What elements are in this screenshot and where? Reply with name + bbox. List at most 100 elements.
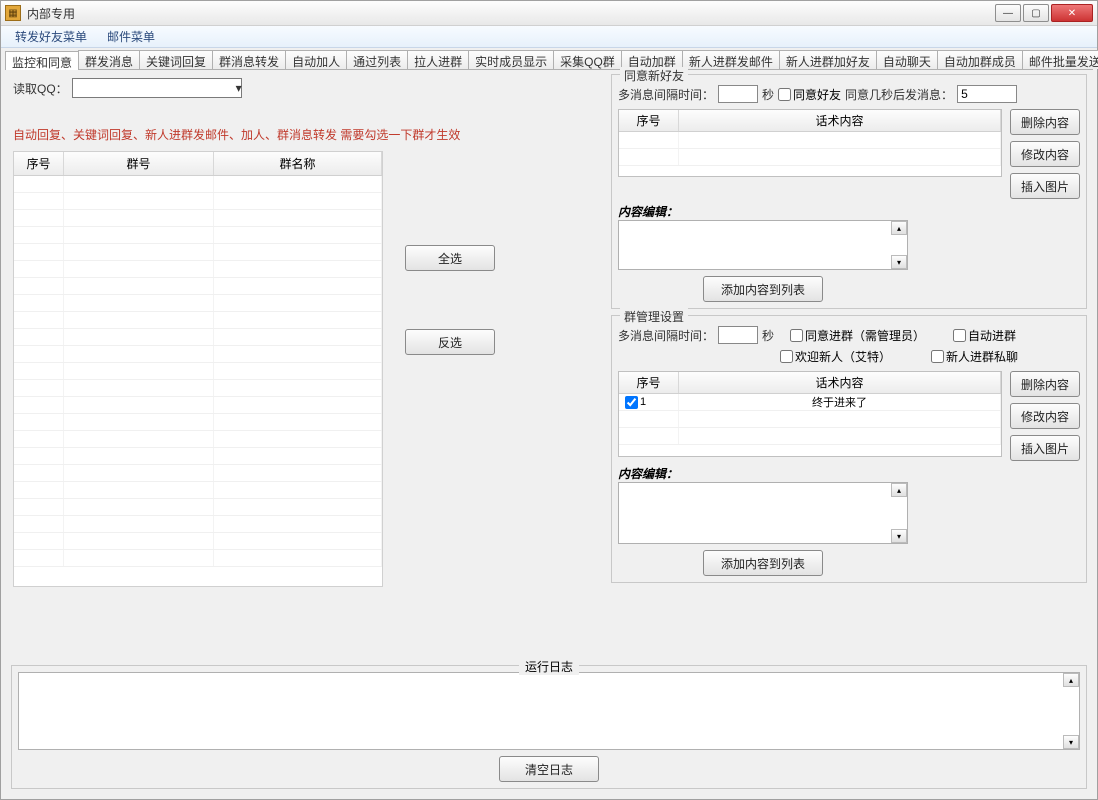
group-insert-image-button[interactable]: 插入图片 — [1010, 435, 1080, 461]
col-group-id: 群号 — [64, 152, 214, 175]
tab-realtime-members[interactable]: 实时成员显示 — [468, 50, 554, 69]
col-group-name: 群名称 — [214, 152, 382, 175]
friend-col-content: 话术内容 — [679, 110, 1001, 131]
new-private-checkbox[interactable]: 新人进群私聊 — [931, 348, 1018, 365]
scrollbar[interactable]: ▴▾ — [891, 483, 907, 543]
content-area: 监控和同意 群发消息 关键词回复 群消息转发 自动加人 通过列表 拉人进群 实时… — [1, 48, 1097, 799]
scrollbar[interactable]: ▴▾ — [1063, 673, 1079, 749]
tab-new-mail[interactable]: 新人进群发邮件 — [682, 50, 780, 69]
agree-friend-fieldset: 同意新好友 多消息间隔时间： 秒 同意好友 同意几秒后发消息： 序号 — [611, 74, 1087, 309]
friend-edit-textarea-wrap: ▴▾ — [618, 220, 908, 270]
group-mgmt-legend: 群管理设置 — [620, 308, 688, 325]
minimize-button[interactable]: — — [995, 4, 1021, 22]
tab-mail-batch[interactable]: 邮件批量发送 — [1022, 50, 1098, 69]
friend-modify-button[interactable]: 修改内容 — [1010, 141, 1080, 167]
friend-interval-input[interactable] — [718, 85, 758, 103]
group-col-index: 序号 — [619, 372, 679, 393]
auto-join-checkbox[interactable]: 自动进群 — [953, 327, 1016, 344]
window-title: 内部专用 — [27, 5, 995, 22]
friend-insert-image-button[interactable]: 插入图片 — [1010, 173, 1080, 199]
group-modify-button[interactable]: 修改内容 — [1010, 403, 1080, 429]
titlebar: ▦ 内部专用 — ▢ ✕ — [1, 1, 1097, 26]
group-grid-body[interactable]: 1 终于进来了 — [619, 394, 1001, 456]
friend-interval-unit: 秒 — [762, 86, 774, 103]
group-grid[interactable]: 序号 群号 群名称 — [13, 151, 383, 587]
delay-send-input[interactable] — [957, 85, 1017, 103]
tab-auto-add[interactable]: 自动加人 — [285, 50, 347, 69]
group-edit-label: 内容编辑： — [618, 465, 1080, 482]
agree-friend-checkbox[interactable]: 同意好友 — [778, 86, 841, 103]
agree-join-checkbox[interactable]: 同意进群（需管理员） — [790, 327, 925, 344]
warning-text: 自动回复、关键词回复、新人进群发邮件、加人、群消息转发 需要勾选一下群才生效 — [13, 126, 597, 143]
log-box: ▴▾ — [18, 672, 1080, 750]
left-pane: 读取QQ： ▾ 自动回复、关键词回复、新人进群发邮件、加人、群消息转发 需要勾选… — [5, 70, 605, 663]
clear-log-button[interactable]: 清空日志 — [499, 756, 599, 782]
close-button[interactable]: ✕ — [1051, 4, 1093, 22]
read-qq-input[interactable] — [73, 81, 236, 95]
group-grid-row: 序号 话术内容 1 终于进来了 — [618, 371, 1080, 461]
group-col-content: 话术内容 — [679, 372, 1001, 393]
welcome-new-checkbox[interactable]: 欢迎新人（艾特） — [780, 348, 891, 365]
tab-group-send[interactable]: 群发消息 — [78, 50, 140, 69]
tab-auto-add-members[interactable]: 自动加群成员 — [937, 50, 1023, 69]
group-edit-textarea[interactable] — [619, 483, 891, 543]
read-qq-label: 读取QQ： — [13, 80, 68, 97]
log-fieldset: 运行日志 ▴▾ 清空日志 — [11, 665, 1087, 789]
read-qq-row: 读取QQ： ▾ — [13, 78, 597, 98]
friend-grid-row: 序号 话术内容 删除内容 修改内容 插入图片 — [618, 109, 1080, 199]
friend-interval-row: 多消息间隔时间： 秒 同意好友 同意几秒后发消息： — [618, 85, 1080, 103]
menu-mail[interactable]: 邮件菜单 — [97, 26, 165, 47]
group-grid-body[interactable] — [14, 176, 382, 586]
row-index: 1 — [640, 396, 646, 408]
friend-edit-textarea[interactable] — [619, 221, 891, 269]
friend-add-button[interactable]: 添加内容到列表 — [703, 276, 823, 302]
app-icon: ▦ — [5, 5, 21, 21]
tab-group-forward[interactable]: 群消息转发 — [212, 50, 286, 69]
tab-collect-qq[interactable]: 采集QQ群 — [553, 50, 622, 69]
tab-pull-group[interactable]: 拉人进群 — [407, 50, 469, 69]
group-options-row: 多消息间隔时间： 秒 同意进群（需管理员） 自动进群 — [618, 326, 1080, 344]
group-add-button[interactable]: 添加内容到列表 — [703, 550, 823, 576]
tab-auto-chat[interactable]: 自动聊天 — [876, 50, 938, 69]
group-interval-unit: 秒 — [762, 327, 774, 344]
table-row[interactable]: 1 终于进来了 — [619, 394, 1001, 411]
scrollbar[interactable]: ▴▾ — [891, 221, 907, 269]
read-qq-combo[interactable]: ▾ — [72, 78, 242, 98]
left-button-group: 全选 反选 — [405, 245, 495, 355]
friend-col-index: 序号 — [619, 110, 679, 131]
group-interval-label: 多消息间隔时间： — [618, 327, 714, 344]
group-options-row2: 欢迎新人（艾特） 新人进群私聊 — [618, 348, 1080, 365]
friend-grid-body[interactable] — [619, 132, 1001, 176]
app-window: ▦ 内部专用 — ▢ ✕ 转发好友菜单 邮件菜单 监控和同意 群发消息 关键词回… — [0, 0, 1098, 800]
tab-body: 读取QQ： ▾ 自动回复、关键词回复、新人进群发邮件、加人、群消息转发 需要勾选… — [5, 70, 1093, 663]
maximize-button[interactable]: ▢ — [1023, 4, 1049, 22]
delay-send-label: 同意几秒后发消息： — [845, 86, 953, 103]
friend-script-grid[interactable]: 序号 话术内容 — [618, 109, 1002, 177]
tab-new-add-friend[interactable]: 新人进群加好友 — [779, 50, 877, 69]
group-mgmt-fieldset: 群管理设置 多消息间隔时间： 秒 同意进群（需管理员） 自动进群 欢迎新人（艾特… — [611, 315, 1087, 583]
friend-side-buttons: 删除内容 修改内容 插入图片 — [1010, 109, 1080, 199]
row-content: 终于进来了 — [679, 394, 1001, 410]
chevron-down-icon[interactable]: ▾ — [236, 81, 242, 95]
log-textarea[interactable] — [19, 673, 1063, 749]
menu-forward-friends[interactable]: 转发好友菜单 — [5, 26, 97, 47]
group-interval-input[interactable] — [718, 326, 758, 344]
invert-select-button[interactable]: 反选 — [405, 329, 495, 355]
select-all-button[interactable]: 全选 — [405, 245, 495, 271]
group-edit-textarea-wrap: ▴▾ — [618, 482, 908, 544]
agree-friend-legend: 同意新好友 — [620, 67, 688, 84]
group-grid-header: 序号 群号 群名称 — [14, 152, 382, 176]
tab-monitor-agree[interactable]: 监控和同意 — [5, 51, 79, 70]
row-checkbox[interactable] — [625, 396, 638, 409]
log-legend: 运行日志 — [519, 658, 579, 675]
friend-edit-label: 内容编辑： — [618, 203, 1080, 220]
friend-delete-button[interactable]: 删除内容 — [1010, 109, 1080, 135]
tabs: 监控和同意 群发消息 关键词回复 群消息转发 自动加人 通过列表 拉人进群 实时… — [5, 50, 1093, 70]
group-delete-button[interactable]: 删除内容 — [1010, 371, 1080, 397]
col-index: 序号 — [14, 152, 64, 175]
tab-pass-list[interactable]: 通过列表 — [346, 50, 408, 69]
tab-keyword-reply[interactable]: 关键词回复 — [139, 50, 213, 69]
group-script-grid[interactable]: 序号 话术内容 1 终于进来了 — [618, 371, 1002, 457]
log-area: 运行日志 ▴▾ 清空日志 — [5, 663, 1093, 795]
friend-interval-label: 多消息间隔时间： — [618, 86, 714, 103]
